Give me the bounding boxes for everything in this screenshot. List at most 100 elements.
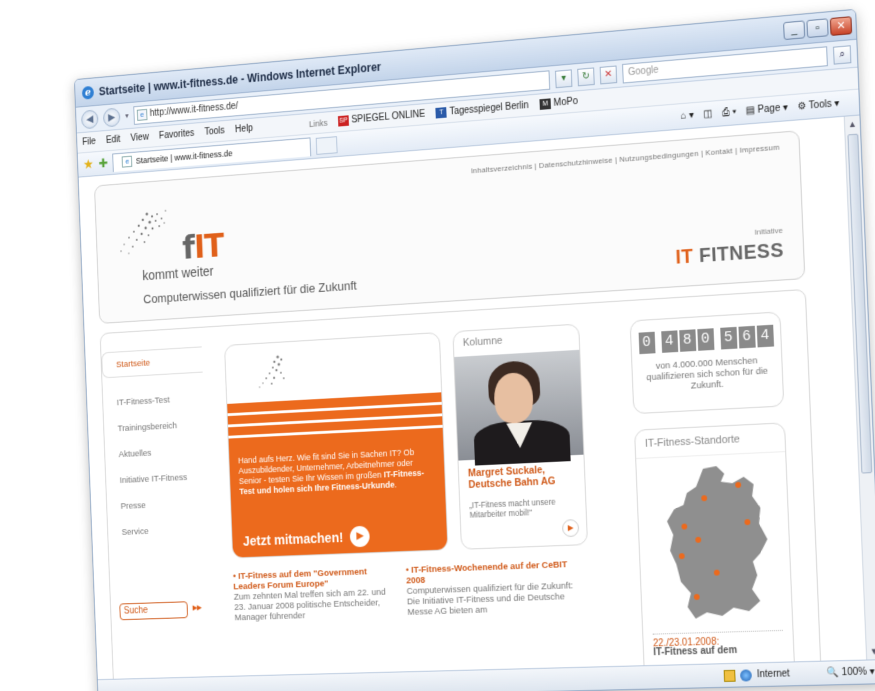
protected-mode-icon bbox=[724, 669, 736, 681]
tab-page-icon: e bbox=[122, 156, 133, 168]
links-label: Links bbox=[309, 118, 328, 129]
maximize-button[interactable]: ▫ bbox=[806, 18, 828, 38]
counter-digit: 0 bbox=[638, 332, 655, 354]
search-icon[interactable]: ⌕ bbox=[833, 45, 851, 64]
page-viewport: Inhaltsverzeichnis | Datenschutzhinweise… bbox=[79, 117, 867, 679]
site-search-input[interactable]: Suche bbox=[119, 601, 188, 620]
link-mopo[interactable]: M MoPo bbox=[540, 96, 579, 110]
play-icon: ▶ bbox=[350, 526, 370, 548]
standorte-heading: IT-Fitness-Standorte bbox=[635, 423, 785, 459]
content-area: Startseite IT-Fitness-Test Trainingsbere… bbox=[100, 289, 823, 679]
tools-menu[interactable]: ⚙ Tools ▾ bbox=[797, 98, 839, 112]
runner-dots-icon bbox=[250, 351, 295, 391]
forward-button[interactable]: ▶ bbox=[103, 107, 121, 127]
nav-service[interactable]: Service bbox=[108, 516, 210, 546]
it-fitness-brand: IT FITNESS bbox=[675, 240, 784, 270]
counter-digit: 5 bbox=[720, 327, 737, 350]
counter-digit: 0 bbox=[697, 328, 714, 351]
menu-edit[interactable]: Edit bbox=[106, 134, 121, 145]
kolumne-arrow-icon[interactable]: ▶ bbox=[562, 519, 579, 537]
promo-stripe bbox=[228, 402, 442, 416]
promo-text: Hand aufs Herz. Wie fit sind Sie in Sach… bbox=[238, 446, 436, 497]
news-item[interactable]: • IT-Fitness auf dem "Government Leaders… bbox=[233, 566, 401, 624]
participant-counter: 0 4 8 0 5 6 4 von 4.000.000 Menschen qua… bbox=[630, 311, 785, 414]
initiative-label: Initiative bbox=[754, 226, 783, 237]
portrait-image bbox=[454, 350, 585, 461]
spiegel-icon: SP bbox=[338, 115, 349, 126]
mopo-icon: M bbox=[540, 98, 552, 110]
promo-stripe bbox=[228, 413, 442, 427]
brand-fitness: FITNESS bbox=[699, 240, 784, 267]
counter-digit: 4 bbox=[756, 325, 773, 348]
page-menu-label: Page bbox=[757, 103, 780, 116]
page-icon: e bbox=[137, 108, 148, 120]
print-icon[interactable]: ⎙ ▾ bbox=[722, 107, 737, 119]
zoom-value: 100% bbox=[842, 667, 868, 679]
logo-dots-icon bbox=[113, 207, 174, 262]
menu-help[interactable]: Help bbox=[235, 123, 253, 135]
top-links[interactable]: Inhaltsverzeichnis | Datenschutzhinweise… bbox=[471, 143, 780, 176]
menu-view[interactable]: View bbox=[130, 132, 149, 144]
site-search-go-icon[interactable]: ▸▸ bbox=[193, 603, 202, 614]
scroll-down-icon[interactable]: ▼ bbox=[867, 643, 875, 659]
tools-menu-label: Tools bbox=[809, 99, 832, 112]
menu-file[interactable]: File bbox=[82, 136, 96, 147]
menu-tools[interactable]: Tools bbox=[204, 126, 225, 138]
standorte-event[interactable]: IT-Fitness auf dem bbox=[653, 645, 737, 658]
zoom-level[interactable]: 🔍 100% ▾ bbox=[827, 666, 875, 678]
internet-explorer-icon: e bbox=[82, 85, 94, 99]
fit-logo: fIT bbox=[182, 227, 224, 267]
promo-text-end: . bbox=[395, 480, 398, 490]
link-spiegel-label: SPIEGEL ONLINE bbox=[351, 109, 425, 126]
home-icon[interactable]: ⌂ ▾ bbox=[680, 110, 694, 122]
browser-window: e Startseite | www.it-fitness.de - Windo… bbox=[74, 9, 875, 691]
link-tagesspiegel[interactable]: T Tagesspiegel Berlin bbox=[436, 100, 529, 118]
kolumne-quote: „IT-Fitness macht unsere Mitarbeiter mob… bbox=[469, 496, 578, 520]
brand-it: IT bbox=[675, 246, 694, 269]
portrait-face bbox=[493, 372, 534, 424]
counter-caption: von 4.000.000 Menschen qualifizieren sic… bbox=[632, 354, 782, 395]
counter-digits: 0 4 8 0 5 6 4 bbox=[631, 324, 781, 354]
scroll-up-icon[interactable]: ▲ bbox=[845, 115, 860, 132]
globe-icon bbox=[740, 669, 752, 681]
link-mopo-label: MoPo bbox=[553, 96, 578, 109]
link-tagesspiegel-label: Tagesspiegel Berlin bbox=[449, 100, 529, 117]
germany-map-icon[interactable] bbox=[657, 462, 778, 624]
url-dropdown-button[interactable]: ▾ bbox=[555, 69, 572, 88]
counter-digit: 8 bbox=[679, 329, 696, 352]
close-button[interactable]: ✕ bbox=[830, 16, 852, 36]
kommt-weiter: kommt weiter bbox=[142, 263, 214, 283]
history-dropdown-icon[interactable]: ▾ bbox=[125, 111, 129, 120]
kolumne-box[interactable]: Kolumne Margret Suckale, Deutsche Bahn A… bbox=[452, 324, 588, 550]
back-button[interactable]: ◀ bbox=[81, 109, 99, 129]
url-text: http://www.it-fitness.de/ bbox=[150, 101, 239, 119]
link-spiegel[interactable]: SP SPIEGEL ONLINE bbox=[338, 109, 425, 127]
security-zone[interactable]: Internet bbox=[724, 667, 819, 681]
window-controls: _ ▫ ✕ bbox=[783, 15, 856, 39]
add-favorites-icon[interactable]: ✚ bbox=[98, 155, 108, 171]
counter-digit: 4 bbox=[661, 330, 678, 352]
news-body: Computerwissen qualifiziert für die Zuku… bbox=[406, 580, 579, 617]
tagline: Computerwissen qualifiziert für die Zuku… bbox=[143, 278, 357, 306]
standorte-box[interactable]: IT-Fitness-Standorte 22./23.01.2008: IT-… bbox=[634, 422, 797, 679]
page-menu[interactable]: ▤ Page ▾ bbox=[746, 102, 788, 116]
side-navigation: Startseite IT-Fitness-Test Trainingsbere… bbox=[101, 346, 209, 546]
nav-startseite[interactable]: Startseite bbox=[101, 346, 202, 378]
refresh-button[interactable]: ↻ bbox=[577, 67, 594, 86]
zone-label: Internet bbox=[757, 668, 790, 680]
new-tab-button[interactable] bbox=[316, 136, 338, 155]
promo-teaser[interactable]: Hand aufs Herz. Wie fit sind Sie in Sach… bbox=[224, 332, 448, 558]
cta-label: Jetzt mitmachen! bbox=[243, 530, 344, 549]
logo-it: IT bbox=[194, 227, 225, 266]
kolumne-heading: Kolumne bbox=[453, 325, 579, 354]
counter-digit: 6 bbox=[738, 326, 755, 349]
promo-stripe bbox=[228, 425, 442, 439]
kolumne-author: Margret Suckale, Deutsche Bahn AG bbox=[468, 462, 585, 490]
minimize-button[interactable]: _ bbox=[783, 20, 805, 40]
news-body: Zum zehnten Mal treffen sich am 22. und … bbox=[234, 587, 401, 624]
menu-favorites[interactable]: Favorites bbox=[159, 128, 195, 141]
feeds-icon[interactable]: ◫ bbox=[703, 108, 712, 120]
favorites-star-icon[interactable]: ★ bbox=[83, 156, 94, 173]
news-item[interactable]: • IT-Fitness-Wochenende auf der CeBIT 20… bbox=[406, 559, 580, 618]
stop-button[interactable]: ✕ bbox=[600, 65, 618, 84]
